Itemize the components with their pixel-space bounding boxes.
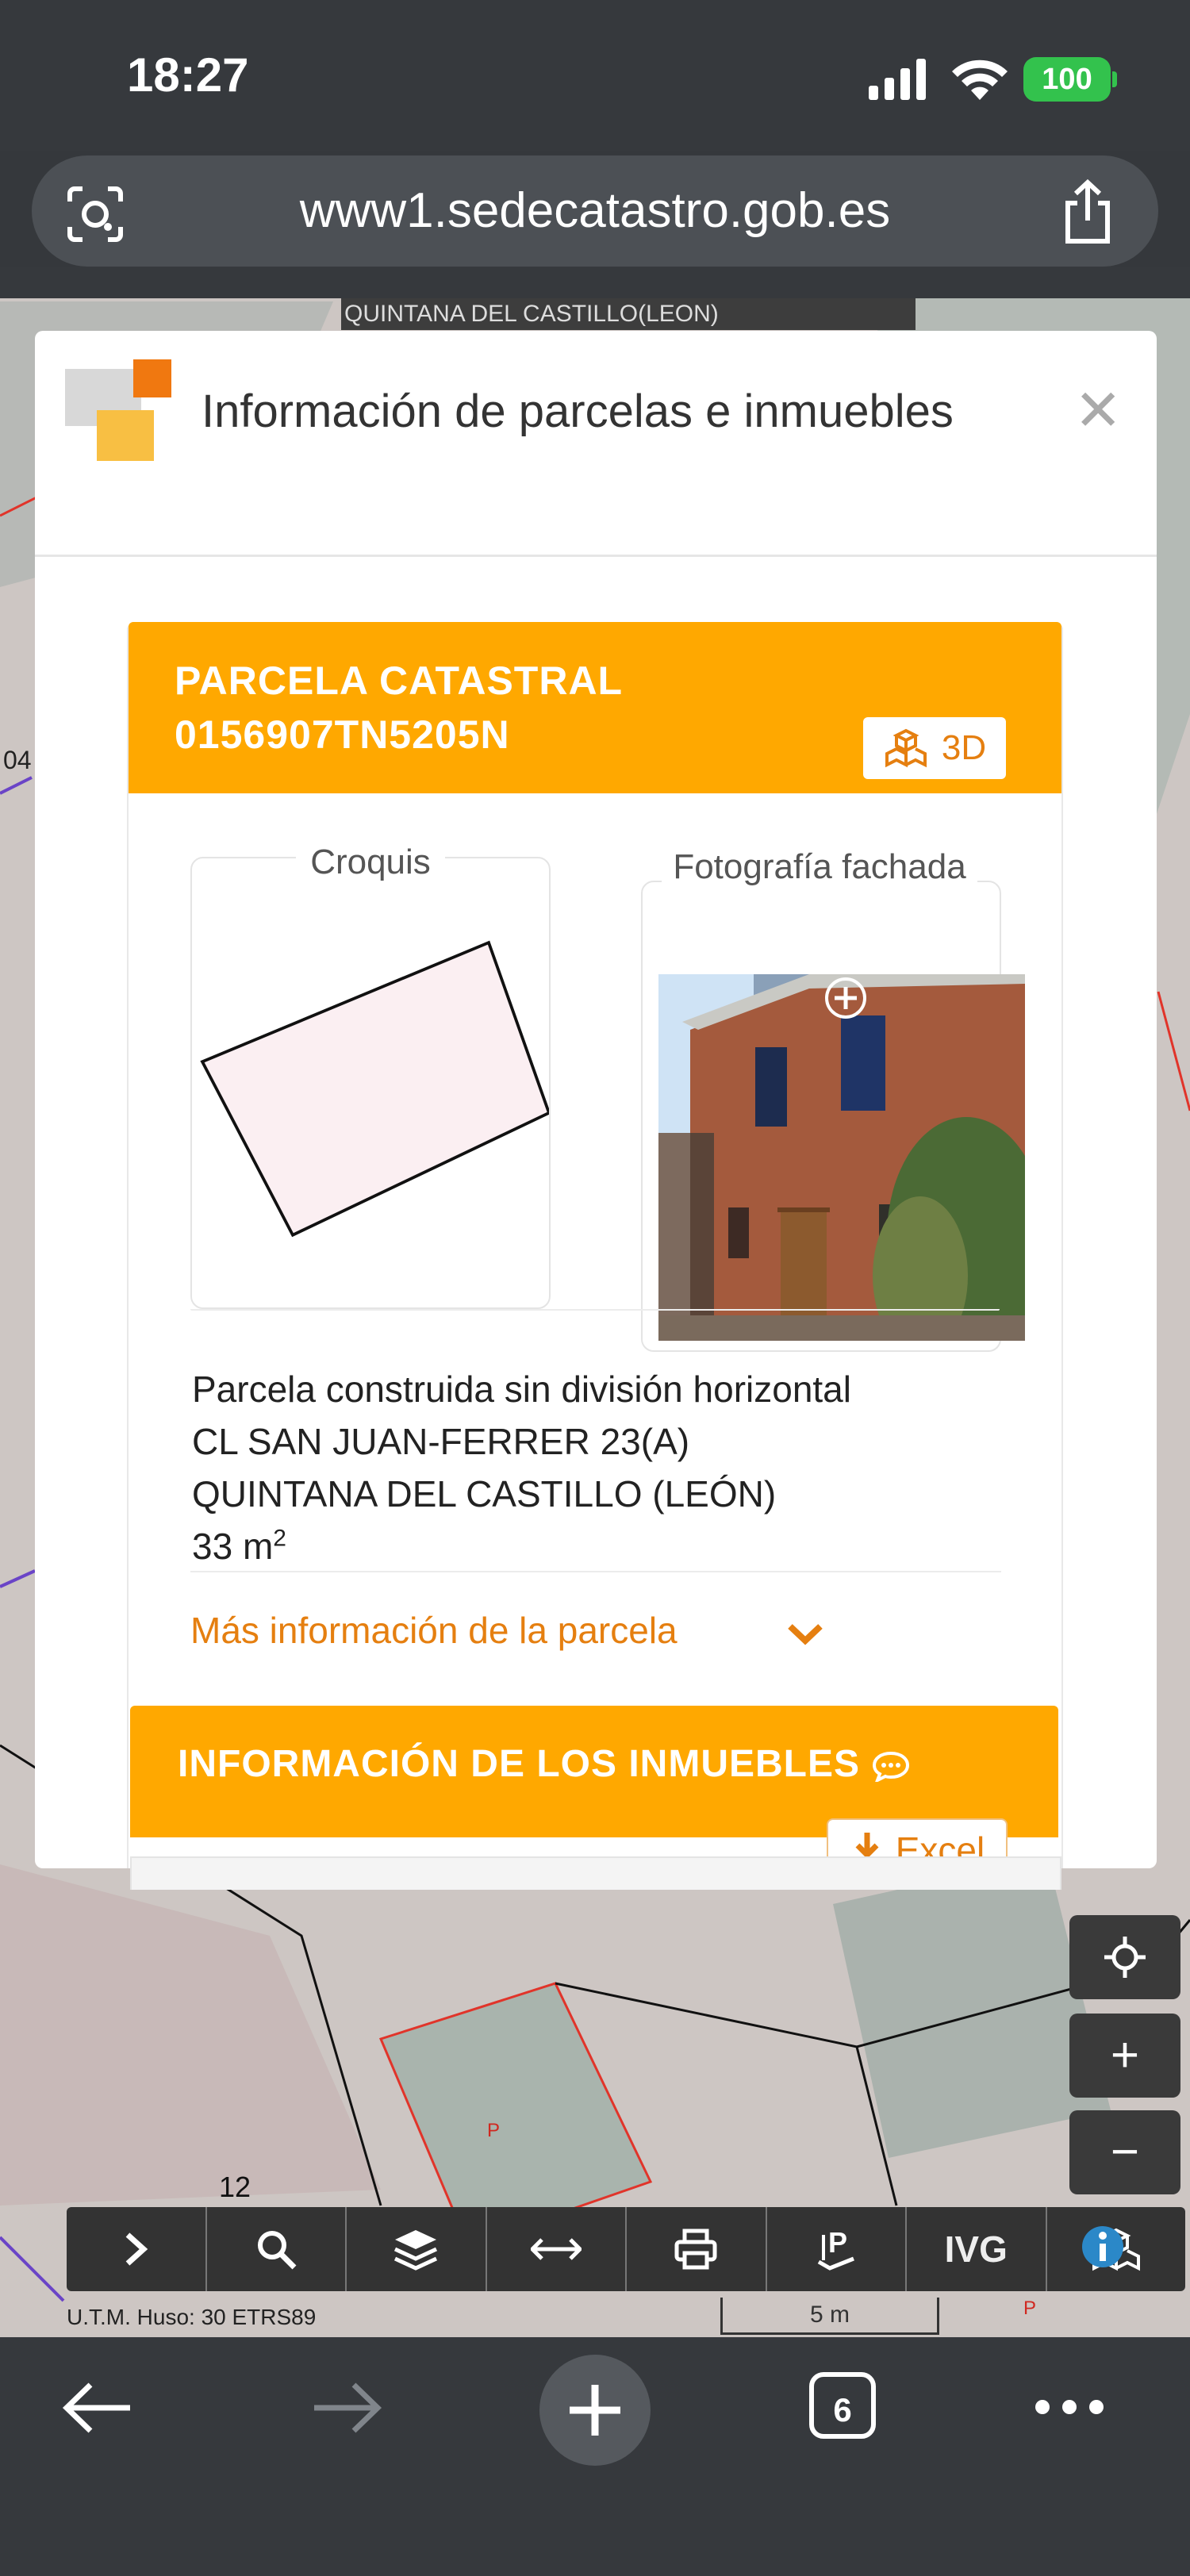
search-button[interactable] [207, 2207, 347, 2291]
cell-signal-icon [869, 59, 926, 100]
facade-photo-image [658, 974, 1025, 1341]
measure-button[interactable] [487, 2207, 627, 2291]
zoom-in-button[interactable]: + [1069, 2014, 1180, 2098]
battery-tip [1112, 71, 1117, 87]
scale-bar: 5 m [720, 2298, 939, 2335]
map-label: P [1023, 2298, 1037, 2319]
close-icon[interactable]: ✕ [1074, 377, 1122, 443]
parcel-sketch [200, 940, 549, 1238]
parcel-type: Parcela construida sin división horizont… [192, 1369, 851, 1410]
dialog-title: Información de parcelas e inmuebles [202, 386, 954, 437]
cubes-icon [885, 728, 927, 768]
chevron-right-icon [125, 2232, 148, 2266]
search-icon [257, 2231, 297, 2270]
back-arrow-icon[interactable] [62, 2380, 133, 2436]
plus-icon [570, 2385, 620, 2436]
status-time: 18:27 [127, 48, 249, 102]
expand-button[interactable] [67, 2207, 207, 2291]
chat-bubble-icon [873, 1752, 910, 1784]
share-icon[interactable] [1060, 179, 1115, 246]
view-3d-label: 3D [941, 728, 987, 767]
croquis-box[interactable] [190, 857, 551, 1309]
wifi-icon [952, 60, 1008, 100]
parcel-reference[interactable]: 0156907TN5205N [175, 708, 623, 762]
page-scan-icon[interactable] [65, 184, 125, 244]
parcel-heading-label: PARCELA CATASTRAL [175, 658, 624, 703]
info-icon [1082, 2226, 1123, 2267]
parcel-marker-icon: P [817, 2226, 854, 2271]
view-3d-button[interactable]: 3D [863, 717, 1006, 779]
url-text[interactable]: www1.sedecatastro.gob.es [0, 155, 1190, 267]
forward-arrow-icon[interactable] [311, 2380, 382, 2436]
more-options-icon[interactable] [1033, 2397, 1106, 2417]
more-info-link[interactable]: Más información de la parcela [190, 1609, 678, 1652]
map-municipality-label: QUINTANA DEL CASTILLO(LEON) [341, 298, 916, 330]
toolbar-gap [0, 267, 1190, 298]
new-tab-button[interactable] [539, 2355, 651, 2466]
dialog-divider [35, 555, 1157, 557]
layers-button[interactable] [347, 2207, 487, 2291]
parcel-area-value: 33 m [192, 1526, 274, 1567]
map-toolbar: P IVG [67, 2207, 1185, 2291]
printer-icon [674, 2229, 717, 2270]
catastro-logo-square-orange [133, 359, 171, 397]
parcel-area: 33 m2 [192, 1525, 286, 1568]
info-divider [190, 1571, 1001, 1572]
battery-indicator: 100 [1023, 57, 1111, 102]
layers-icon [394, 2230, 438, 2271]
tab-switcher-button[interactable]: 6 [809, 2372, 876, 2439]
properties-heading: INFORMACIÓN DE LOS INMUEBLES [178, 1742, 911, 1786]
map-label: P [487, 2120, 501, 2141]
map-label: 12 [219, 2171, 251, 2203]
facade-photo[interactable] [658, 974, 1025, 1341]
utm-projection-label: U.T.M. Huso: 30 ETRS89 [67, 2305, 317, 2329]
info-button[interactable] [1079, 2223, 1127, 2275]
parcel-button[interactable]: P [767, 2207, 907, 2291]
parcel-heading: PARCELA CATASTRAL 0156907TN5205N [175, 654, 623, 762]
parcel-info-box [190, 1309, 1000, 1311]
arrows-horizontal-icon [530, 2238, 582, 2260]
croquis-label: Croquis [190, 843, 551, 882]
zoom-out-button[interactable]: − [1069, 2110, 1180, 2194]
print-button[interactable] [627, 2207, 767, 2291]
catastro-logo-square-yellow [97, 410, 154, 461]
locate-button[interactable] [1069, 1915, 1180, 1999]
ivg-button[interactable]: IVG [907, 2207, 1047, 2291]
facade-photo-label: Fotografía fachada [641, 841, 998, 893]
parcel-address: CL SAN JUAN-FERRER 23(A) [192, 1421, 690, 1462]
map-label: 04 [3, 746, 32, 774]
chevron-down-icon[interactable] [785, 1620, 825, 1647]
parcel-municipality: QUINTANA DEL CASTILLO (LEÓN) [192, 1473, 777, 1515]
svg-text:P: P [828, 2226, 847, 2259]
properties-list [130, 1856, 1061, 1890]
crosshair-icon [1104, 1937, 1146, 1978]
parcel-area-unit-exponent: 2 [273, 1525, 286, 1552]
